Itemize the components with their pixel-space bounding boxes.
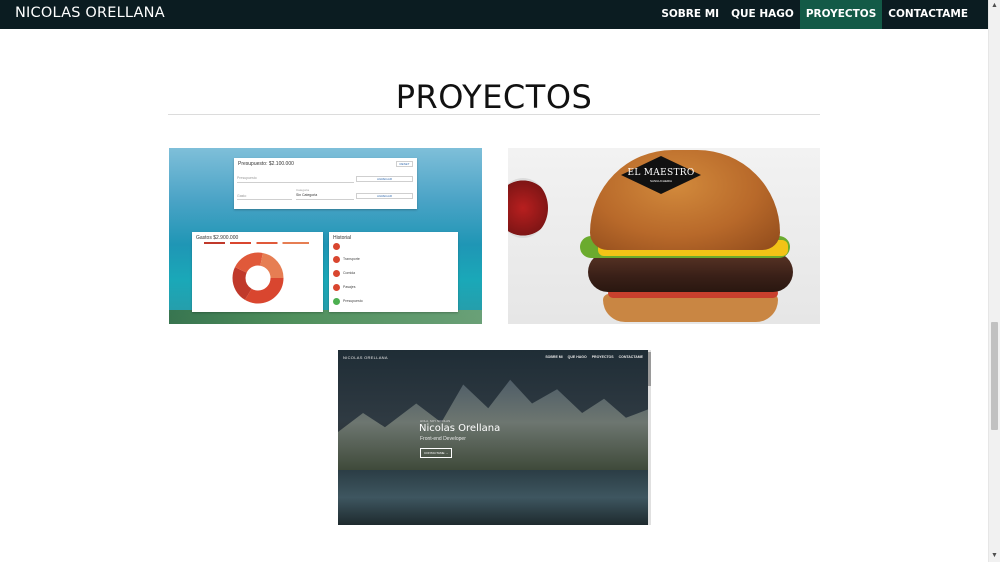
legend-bar (204, 242, 309, 244)
section-title: PROYECTOS (395, 78, 593, 116)
reset-button: RESET (396, 161, 413, 167)
donut-chart (232, 252, 284, 304)
mini-nav-item: QUE HAGO (567, 355, 587, 359)
mini-nav-item: SOBRE MI (545, 355, 563, 359)
sauce-bowl (508, 178, 548, 238)
el-maestro-logo-sub: SANGUCHERIA (649, 179, 672, 183)
mini-nav-item: CONTACTAME (618, 355, 643, 359)
hist-item: Comida (343, 271, 356, 275)
project-card-budget[interactable]: Presupuesto: $2.100.000 RESET Presupuest… (169, 148, 482, 324)
brand-logo[interactable]: NICOLAS ORELLANA (15, 5, 165, 21)
scroll-up-arrow-icon[interactable]: ▲ (989, 0, 1000, 12)
mini-scrollbar-thumb (648, 352, 651, 386)
nav-que-hago[interactable]: QUE HAGO (725, 0, 800, 29)
agregar-button-1: AGREGAR (356, 176, 413, 182)
select-underline (296, 199, 354, 200)
agregar-button-2: AGREGAR (356, 193, 413, 199)
mini-hero-name: Nicolas Orellana (419, 423, 501, 434)
gastos-panel: Gastos $2.900.000 (192, 232, 323, 312)
historial-title: Historial (333, 235, 352, 241)
categoria-label: Categoria (296, 188, 310, 192)
mini-brand: NICOLAS ORELLANA (343, 355, 388, 360)
presupuesto-input: Presupuesto (237, 176, 257, 180)
hist-item: Presupuesto (343, 299, 363, 303)
hist-dot (333, 298, 340, 305)
scrollbar-thumb[interactable] (991, 322, 998, 430)
scroll-down-arrow-icon[interactable]: ▼ (989, 550, 1000, 562)
mini-scrollbar (648, 350, 651, 525)
shore-decoration (169, 310, 482, 324)
page-scrollbar[interactable]: ▲ ▼ (988, 0, 1000, 562)
patty (588, 252, 793, 292)
input-underline (237, 199, 292, 200)
hist-dot (333, 243, 340, 250)
nav-proyectos[interactable]: PROYECTOS (799, 0, 883, 29)
mini-contact-button: CONTACTAME → (420, 448, 453, 458)
historial-panel: Historial Transporte Comida Pasajes Pres… (329, 232, 458, 312)
mini-hero-role: Front-end Developer (420, 436, 466, 442)
nav-sobre-mi[interactable]: SOBRE MI (655, 0, 725, 29)
nav-contactame[interactable]: CONTACTAME (882, 0, 974, 29)
gastos-title: Gastos $2.900.000 (196, 235, 239, 241)
section-divider (168, 114, 820, 115)
hist-dot (333, 270, 340, 277)
hist-dot (333, 284, 340, 291)
budget-title: Presupuesto: $2.100.000 (238, 161, 294, 167)
budget-panel: Presupuesto: $2.100.000 RESET Presupuest… (234, 158, 417, 209)
bun-bottom (603, 294, 778, 322)
main-nav: SOBRE MI QUE HAGO PROYECTOS CONTACTAME (655, 0, 974, 29)
hist-dot (333, 256, 340, 263)
hist-item: Transporte (343, 257, 360, 261)
hist-item: Pasajes (343, 285, 356, 289)
mini-nav-item: PROYECTOS (591, 355, 614, 359)
input-underline (237, 182, 354, 183)
mini-nav: SOBRE MI QUE HAGO PROYECTOS CONTACTAME (545, 355, 643, 359)
gasto-input: Gasto (237, 194, 247, 198)
el-maestro-logo-text: EL MAESTRO (627, 168, 695, 178)
categoria-select: Sin Categoria (296, 193, 318, 197)
top-navbar: NICOLAS ORELLANA SOBRE MI QUE HAGO PROYE… (0, 0, 988, 29)
project-card-portfolio[interactable]: NICOLAS ORELLANA SOBRE MI QUE HAGO PROYE… (338, 350, 651, 525)
project-card-el-maestro[interactable]: EL MAESTRO SANGUCHERIA (508, 148, 820, 324)
lake-reflection (338, 470, 651, 525)
bun-top (590, 150, 780, 250)
